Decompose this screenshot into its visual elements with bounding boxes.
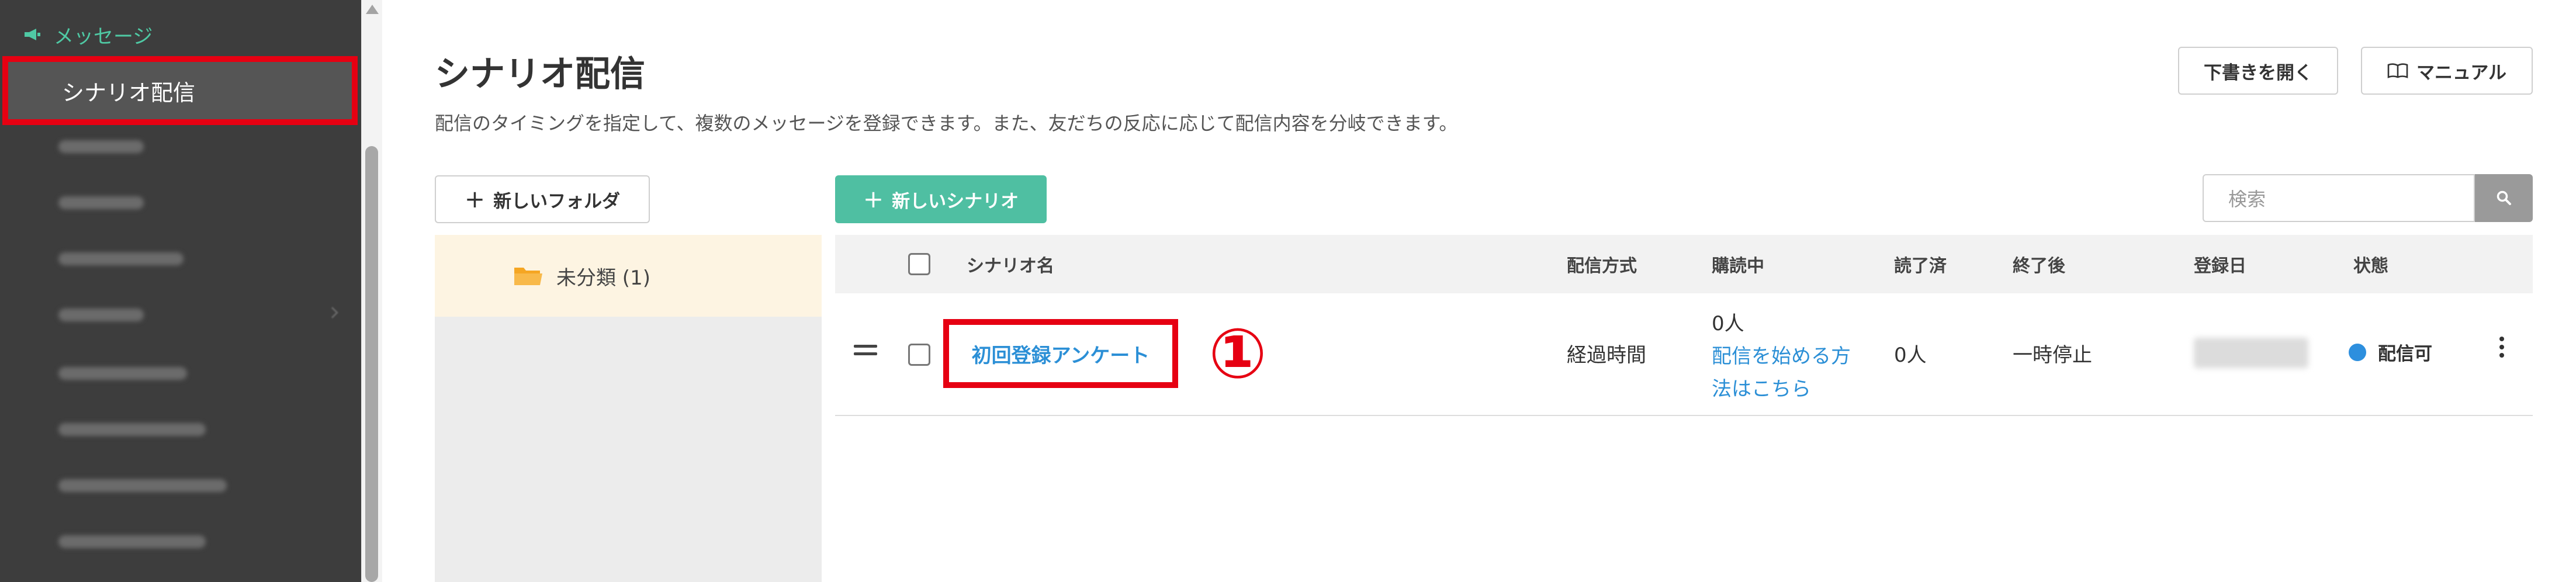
column-header-registered[interactable]: 登録日 xyxy=(2194,235,2246,293)
sidebar-section-label: メッセージ xyxy=(54,25,153,49)
column-header-reading[interactable]: 購読中 xyxy=(1712,235,1764,293)
how-to-start-link-cont[interactable]: 法はこちら xyxy=(1712,373,1811,406)
checkbox[interactable] xyxy=(908,253,930,275)
search-icon xyxy=(2497,190,2511,205)
sidebar-item-blurred[interactable] xyxy=(58,423,206,436)
sidebar-item-scenario[interactable]: シナリオ配信 xyxy=(2,56,358,125)
status-badge: 配信可 xyxy=(2349,339,2432,365)
how-to-start-link[interactable]: 配信を始める方 xyxy=(1712,340,1851,373)
open-draft-button[interactable]: 下書きを開く xyxy=(2178,47,2338,95)
new-scenario-button[interactable]: + 新しいシナリオ xyxy=(835,175,1047,223)
main-content: シナリオ配信 配信のタイミングを指定して、複数のメッセージを登録できます。また、… xyxy=(382,0,2576,582)
folder-panel: 未分類 (1) xyxy=(435,235,822,582)
column-header-name[interactable]: シナリオ名 xyxy=(967,235,1054,293)
manual-button[interactable]: マニュアル xyxy=(2361,47,2533,95)
chevron-down-icon xyxy=(327,307,338,318)
sidebar-item-blurred[interactable] xyxy=(58,252,183,265)
megaphone-icon xyxy=(23,27,41,41)
search-input[interactable]: 検索 xyxy=(2203,174,2475,222)
sidebar-item-blurred[interactable] xyxy=(58,367,187,380)
column-header-method[interactable]: 配信方式 xyxy=(1567,235,1637,293)
scrollbar-thumb[interactable] xyxy=(365,146,378,582)
new-folder-label: 新しいフォルダ xyxy=(493,190,621,212)
sidebar-item-blurred[interactable] xyxy=(58,140,144,153)
folder-label: 未分類 (1) xyxy=(556,266,650,290)
open-draft-label: 下書きを開く xyxy=(2204,62,2312,84)
reading-count: 0人 xyxy=(1712,312,1744,335)
plus-icon: + xyxy=(863,185,884,213)
select-all-checkbox[interactable] xyxy=(908,235,930,293)
new-scenario-label: 新しいシナリオ xyxy=(892,190,1019,212)
column-header-read[interactable]: 読了済 xyxy=(1894,235,1947,293)
status-dot-icon xyxy=(2349,343,2366,361)
column-header-status[interactable]: 状態 xyxy=(2353,235,2388,293)
blurred-date xyxy=(2194,338,2308,368)
checkbox[interactable] xyxy=(908,344,930,366)
folder-icon xyxy=(514,268,542,285)
sidebar-item-blurred[interactable] xyxy=(58,309,144,321)
more-options-icon[interactable] xyxy=(2499,333,2504,361)
drag-handle[interactable] xyxy=(854,340,877,360)
scroll-up-arrow-icon[interactable] xyxy=(366,5,379,14)
search-button[interactable] xyxy=(2475,174,2533,222)
book-icon xyxy=(2387,63,2408,78)
sidebar-section-message[interactable]: メッセージ xyxy=(23,21,153,49)
delivery-method: 経過時間 xyxy=(1567,344,1646,367)
sidebar-item-label: シナリオ配信 xyxy=(62,79,196,106)
row-checkbox[interactable] xyxy=(908,344,930,366)
folder-item-uncategorized[interactable]: 未分類 (1) xyxy=(435,235,822,317)
column-header-after-end[interactable]: 終了後 xyxy=(2013,235,2065,293)
page-description: 配信のタイミングを指定して、複数のメッセージを登録できます。また、友だちの反応に… xyxy=(435,112,1458,134)
status-label: 配信可 xyxy=(2378,344,2432,365)
reading-cell: 0人 配信を始める方 法はこちら xyxy=(1712,307,1851,406)
sidebar-item-blurred[interactable] xyxy=(58,535,206,548)
search-placeholder: 検索 xyxy=(2228,189,2266,210)
new-folder-button[interactable]: + 新しいフォルダ xyxy=(435,175,650,223)
after-end-value: 一時停止 xyxy=(2013,344,2092,367)
scenario-name-link[interactable]: 初回登録アンケート xyxy=(943,319,1178,388)
manual-label: マニュアル xyxy=(2416,62,2507,84)
page-title: シナリオ配信 xyxy=(435,54,645,95)
sidebar: メッセージ シナリオ配信 xyxy=(0,0,361,582)
registered-date xyxy=(2194,338,2308,368)
table-header: シナリオ名 配信方式 購読中 読了済 終了後 登録日 状態 xyxy=(835,235,2533,293)
read-count: 0人 xyxy=(1894,344,1927,367)
table-row[interactable]: 初回登録アンケート ① 経過時間 0人 配信を始める方 法はこちら 0人 一時停… xyxy=(835,293,2533,416)
step-marker: ① xyxy=(1209,313,1267,394)
drag-handle-icon xyxy=(854,340,877,360)
sidebar-item-blurred[interactable] xyxy=(58,196,144,209)
plus-icon: + xyxy=(464,185,486,213)
sidebar-item-blurred[interactable] xyxy=(58,479,227,492)
sidebar-scrollbar[interactable] xyxy=(361,0,382,582)
